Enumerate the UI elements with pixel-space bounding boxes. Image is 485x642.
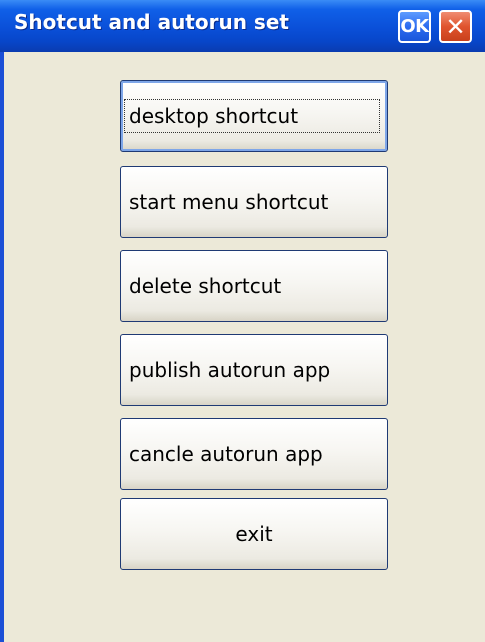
delete-shortcut-label: delete shortcut [129, 274, 282, 298]
cancel-autorun-app-button[interactable]: cancle autorun app [120, 418, 388, 490]
exit-label: exit [235, 522, 273, 546]
ok-button[interactable]: OK [398, 10, 431, 43]
window-title: Shotcut and autorun set [14, 10, 289, 34]
exit-button[interactable]: exit [120, 498, 388, 570]
desktop-shortcut-button[interactable]: desktop shortcut [120, 80, 388, 152]
publish-autorun-app-label: publish autorun app [129, 358, 331, 382]
start-menu-shortcut-button[interactable]: start menu shortcut [120, 166, 388, 238]
delete-shortcut-button[interactable]: delete shortcut [120, 250, 388, 322]
cancel-autorun-app-label: cancle autorun app [129, 442, 323, 466]
close-button[interactable]: ✕ [439, 10, 472, 43]
dialog-content: desktop shortcut start menu shortcut del… [4, 52, 485, 642]
dialog-window: Shotcut and autorun set OK ✕ desktop sho… [0, 0, 485, 642]
close-icon: ✕ [445, 12, 466, 41]
desktop-shortcut-label: desktop shortcut [124, 99, 380, 133]
start-menu-shortcut-label: start menu shortcut [129, 190, 329, 214]
publish-autorun-app-button[interactable]: publish autorun app [120, 334, 388, 406]
title-bar[interactable]: Shotcut and autorun set OK ✕ [0, 0, 485, 52]
